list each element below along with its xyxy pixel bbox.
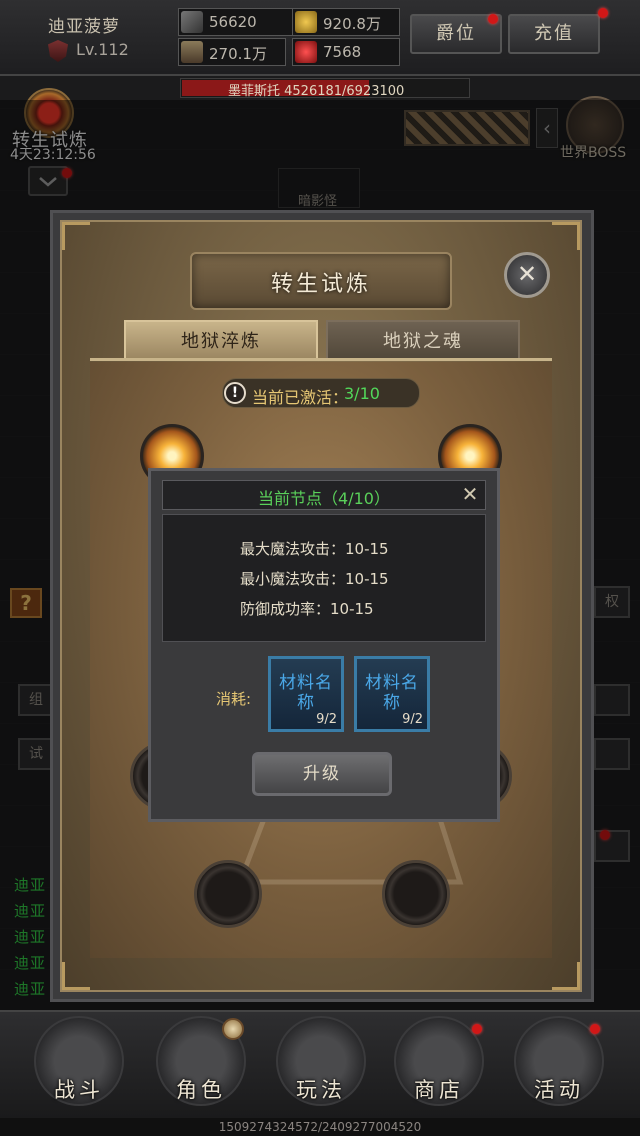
recharge-button[interactable]: 充值 — [508, 14, 600, 54]
material-slot[interactable]: 材料名称 9/2 — [268, 656, 344, 732]
nav-label: 玩法 — [296, 1078, 346, 1102]
shop-alert-dot — [472, 1024, 482, 1034]
activated-count: 3/10 — [344, 384, 380, 403]
footer-counter: 1509274324572/2409277004520 — [218, 1120, 422, 1134]
player-level: Lv.112 — [76, 40, 129, 59]
corner-ornament — [62, 962, 90, 990]
popup-title: 当前节点（4/10） — [258, 489, 390, 508]
stat-min-magic-attack: 最小魔法攻击：10-15 — [240, 570, 389, 588]
defense-value: 270.1万 — [209, 45, 267, 63]
gem-stat: 7568 — [292, 38, 400, 66]
node-locked[interactable] — [194, 860, 262, 928]
nav-battle[interactable]: 战斗 — [24, 1016, 134, 1112]
gem-value: 7568 — [323, 43, 362, 61]
events-alert-dot — [590, 1024, 600, 1034]
material-slot[interactable]: 材料名称 9/2 — [354, 656, 430, 732]
stat-max-magic-attack: 最大魔法攻击：10-15 — [240, 540, 389, 558]
activated-label: 当前已激活： — [252, 388, 349, 407]
nav-gameplay[interactable]: 玩法 — [266, 1016, 376, 1112]
nav-label: 角色 — [176, 1078, 226, 1102]
corner-ornament — [552, 222, 580, 250]
gold-value: 920.8万 — [323, 15, 381, 33]
defense-stat: 270.1万 — [178, 38, 286, 66]
info-icon: ! — [224, 382, 246, 404]
gold-stat: 920.8万 — [292, 8, 400, 36]
nav-label: 战斗 — [54, 1078, 104, 1102]
tab-underline — [90, 358, 552, 361]
stat-defense-rate: 防御成功率：10-15 — [240, 600, 374, 618]
gold-coins-icon — [295, 11, 317, 33]
panel-title: 转生试炼 — [270, 272, 371, 297]
cost-label: 消耗: — [216, 690, 252, 708]
material-name: 材料名称 — [279, 673, 333, 713]
corner-ornament — [552, 962, 580, 990]
close-button[interactable]: ✕ — [504, 252, 550, 298]
corner-ornament — [62, 222, 90, 250]
recharge-alert-dot — [598, 8, 608, 18]
crossed-swords-icon — [181, 11, 203, 33]
material-name: 材料名称 — [365, 673, 419, 713]
armor-icon — [181, 41, 203, 63]
tab-hell-refine[interactable]: 地狱淬炼 — [124, 320, 318, 360]
material-count: 9/2 — [402, 712, 423, 727]
player-name: 迪亚菠萝 — [48, 17, 120, 37]
boss-hp-text: 墨菲斯托 4526181/6923100 — [228, 84, 405, 99]
clock-icon — [222, 1018, 244, 1040]
material-count: 9/2 — [316, 712, 337, 727]
popup-close-icon[interactable]: ✕ — [460, 484, 480, 504]
rank-alert-dot — [488, 14, 498, 24]
upgrade-button[interactable]: 升级 — [252, 752, 392, 796]
red-gem-icon — [295, 41, 317, 63]
nav-label: 活动 — [534, 1078, 584, 1102]
node-locked[interactable] — [382, 860, 450, 928]
tab-hell-soul[interactable]: 地狱之魂 — [326, 320, 520, 360]
nav-label: 商店 — [414, 1078, 464, 1102]
attack-value: 56620 — [209, 13, 257, 31]
